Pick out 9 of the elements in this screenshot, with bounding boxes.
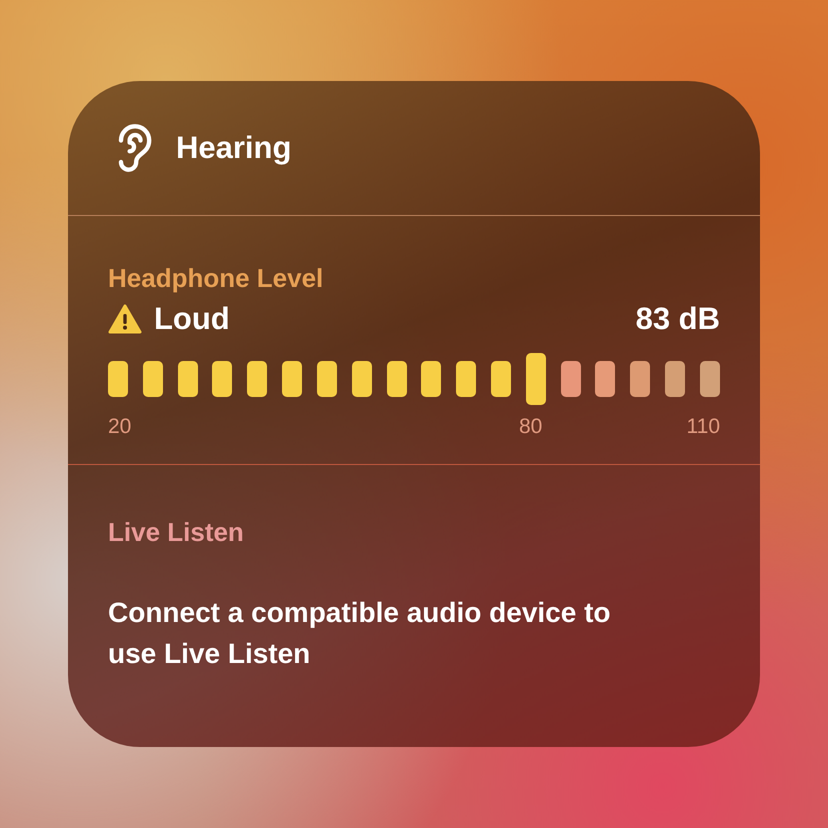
level-reading: 83 dB bbox=[636, 300, 720, 338]
section-heading: Live Listen bbox=[108, 516, 245, 549]
tick-label: 80 bbox=[518, 414, 542, 440]
tick-label: 20 bbox=[108, 414, 132, 440]
live-listen-message: Connect a compatible audio device to use Live Listen bbox=[108, 596, 612, 671]
tick-label: 110 bbox=[686, 414, 720, 440]
section-heading: Headphone Level bbox=[108, 262, 324, 294]
module-title: Hearing bbox=[176, 128, 292, 167]
level-status: Loud bbox=[154, 300, 230, 338]
